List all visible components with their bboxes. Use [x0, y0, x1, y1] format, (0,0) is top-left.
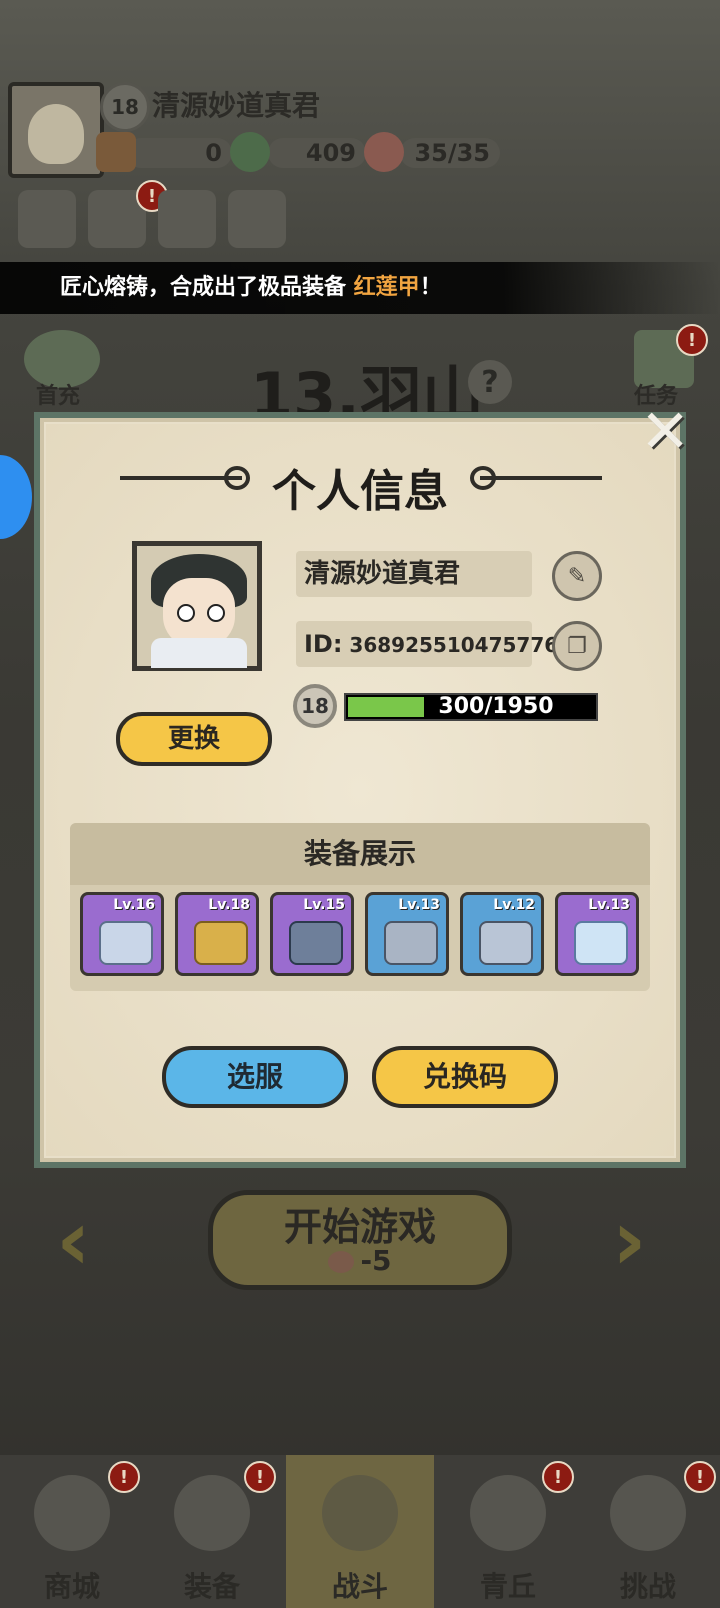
dragon-coin-icon[interactable]	[230, 132, 270, 172]
nav-label: 商城	[43, 1570, 100, 1603]
top-bar: 18 清源妙道真君 0 409 35/35	[0, 70, 720, 180]
announcement-marquee: 匠心熔铸，合成出了极品装备 红莲甲！	[0, 262, 720, 314]
edit-name-icon[interactable]: ✎	[552, 551, 602, 601]
profile-portrait	[132, 541, 262, 671]
profile-dialog	[34, 412, 686, 1168]
nav-label: 青丘	[479, 1570, 536, 1603]
copy-id-icon[interactable]: ❐	[552, 621, 602, 671]
dialog-background	[46, 424, 674, 1156]
tasks-badge: !	[676, 324, 708, 356]
equipment-slot[interactable]: Lv.13	[555, 892, 639, 976]
portrait-eye-right	[207, 604, 225, 622]
nav-challenge[interactable]: ! 挑战	[580, 1455, 716, 1608]
change-avatar-button[interactable]: 更换	[116, 712, 272, 766]
equipment-slot[interactable]: Lv.12	[460, 892, 544, 976]
shop-icon	[34, 1475, 110, 1551]
previous-stage-arrow-icon[interactable]: ‹	[56, 1198, 116, 1282]
crossed-swords-icon	[322, 1475, 398, 1551]
boots-icon	[479, 921, 533, 965]
nav-label: 挑战	[619, 1570, 676, 1603]
equipment-slot[interactable]: Lv.13	[365, 892, 449, 976]
nav-equipment[interactable]: ! 装备	[144, 1455, 280, 1608]
friends-icon[interactable]	[228, 190, 286, 248]
equipment-title: 装备展示	[303, 837, 416, 870]
nav-badge: !	[108, 1461, 140, 1493]
first-recharge-button[interactable]: 首充	[18, 330, 104, 410]
equipment-slot[interactable]: Lv.16	[80, 892, 164, 976]
nav-battle[interactable]: 战斗	[286, 1455, 434, 1608]
equipment-level: Lv.18	[208, 897, 250, 913]
avatar[interactable]	[8, 82, 104, 178]
player-name-field: 清源妙道真君	[296, 551, 532, 597]
nav-shop[interactable]: ! 商城	[4, 1455, 140, 1608]
equipment-level: Lv.13	[398, 897, 440, 913]
portrait-robe	[151, 638, 247, 668]
resource-energy-value: 35/35	[400, 138, 500, 168]
portrait-eye-left	[177, 604, 195, 622]
mountain-icon	[470, 1475, 546, 1551]
card-icon[interactable]	[18, 190, 76, 248]
xp-bar-fill	[348, 697, 424, 717]
marquee-suffix: ！	[419, 275, 442, 300]
challenge-icon	[610, 1475, 686, 1551]
first-recharge-label: 首充	[36, 384, 81, 409]
equipment-level: Lv.12	[493, 897, 535, 913]
player-id-field: ID: 368925510475776	[296, 621, 558, 667]
resource-coins-value: 409	[268, 138, 366, 168]
start-cost-value: -5	[360, 1244, 392, 1277]
crossbow-icon	[99, 921, 153, 965]
armor-icon	[289, 921, 343, 965]
start-game-label: 开始游戏	[283, 1205, 436, 1249]
select-server-button[interactable]: 选服	[162, 1046, 348, 1108]
next-stage-arrow-icon[interactable]: ›	[612, 1198, 672, 1282]
nav-qingqiu[interactable]: ! 青丘	[440, 1455, 576, 1608]
equipment-slot[interactable]: Lv.15	[270, 892, 354, 976]
xp-bar: 300/1950	[344, 693, 598, 721]
bottom-nav: ! 商城 ! 装备 战斗 ! 青丘 ! 挑战	[0, 1455, 720, 1608]
helmet-icon	[194, 921, 248, 965]
nav-label: 战斗	[331, 1570, 388, 1603]
start-game-cost: -5	[208, 1244, 512, 1277]
resource-stamps-value: 0	[126, 138, 232, 168]
settings-gear-icon[interactable]	[158, 190, 216, 248]
marquee-highlight: 红莲甲	[353, 275, 420, 300]
nav-label: 装备	[183, 1570, 240, 1603]
help-icon[interactable]: ?	[468, 360, 512, 404]
dialog-title: 个人信息	[272, 466, 448, 517]
nav-badge: !	[684, 1461, 716, 1493]
equipment-slot[interactable]: Lv.18	[175, 892, 259, 976]
peach-energy-icon	[328, 1251, 355, 1273]
equipment-level: Lv.16	[113, 897, 155, 913]
jade-stamp-icon[interactable]	[96, 132, 136, 172]
marquee-text: 匠心熔铸，合成出了极品装备	[60, 275, 354, 300]
belt-icon	[384, 921, 438, 965]
player-name: 清源妙道真君	[152, 89, 321, 122]
equipment-level: Lv.13	[588, 897, 630, 913]
xp-text: 300/1950	[438, 694, 554, 719]
nav-badge: !	[244, 1461, 276, 1493]
equipment-icon	[174, 1475, 250, 1551]
id-value: 368925510475776	[349, 633, 559, 657]
player-level-badge: 18	[100, 82, 150, 132]
pendant-icon	[574, 921, 628, 965]
nav-badge: !	[542, 1461, 574, 1493]
dialog-level-badge: 18	[293, 684, 337, 728]
id-label: ID:	[304, 630, 343, 658]
redeem-code-button[interactable]: 兑换码	[372, 1046, 558, 1108]
avatar-face-icon	[28, 104, 84, 164]
peach-energy-icon[interactable]	[364, 132, 404, 172]
close-icon[interactable]: ✕	[640, 402, 690, 462]
equipment-level: Lv.15	[303, 897, 345, 913]
